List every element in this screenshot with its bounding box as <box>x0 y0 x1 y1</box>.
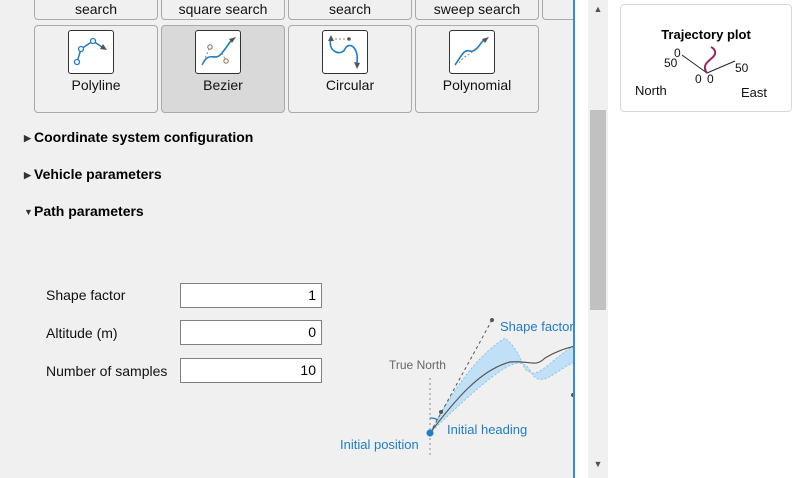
square-search-button[interactable]: square search <box>161 0 285 20</box>
origin-tick-0a: 0 <box>695 72 702 86</box>
polynomial-icon <box>449 30 495 74</box>
path-configuration-panel: search square search search sweep search… <box>0 0 575 478</box>
shape-factor-annotation: Shape factor <box>500 319 574 334</box>
samples-input[interactable]: 10 <box>180 358 322 383</box>
top-tile-label: search <box>328 1 372 17</box>
trajectory-path <box>703 46 717 74</box>
bezier-label: Bezier <box>203 77 243 93</box>
section-title: Path parameters <box>34 203 144 219</box>
coordinate-system-section-header[interactable]: ▶ Coordinate system configuration <box>24 129 253 145</box>
initial-position-annotation: Initial position <box>340 437 419 452</box>
section-title: Coordinate system configuration <box>34 129 254 145</box>
chevron-right-icon: ▶ <box>24 170 31 180</box>
altitude-input[interactable]: 0 <box>180 320 322 345</box>
chevron-down-icon: ▼ <box>24 207 33 217</box>
circular-label: Circular <box>325 77 375 93</box>
shape-factor-label: Shape factor <box>46 287 126 303</box>
polyline-label: Polyline <box>71 77 121 93</box>
samples-label: Number of samples <box>46 363 168 379</box>
vehicle-parameters-section-header[interactable]: ▶ Vehicle parameters <box>24 166 162 182</box>
section-title: Vehicle parameters <box>34 166 162 182</box>
north-axis-label: North <box>635 83 667 98</box>
bezier-parameter-diagram: Shape factor True North Initial heading … <box>340 318 575 455</box>
chevron-right-icon: ▶ <box>24 133 31 143</box>
next-tile-partial[interactable] <box>542 0 575 20</box>
search-button-partial-2[interactable]: search <box>288 0 412 20</box>
origin-tick-0b: 0 <box>707 72 714 86</box>
polyline-button[interactable]: Polyline <box>34 25 158 113</box>
shape-factor-region <box>429 337 575 434</box>
polynomial-button[interactable]: Polynomial <box>415 25 539 113</box>
east-axis-label: East <box>741 85 768 100</box>
sweep-search-button[interactable]: sweep search <box>415 0 539 20</box>
top-tile-label: sweep search <box>433 1 521 17</box>
circular-button[interactable]: Circular <box>288 25 412 113</box>
initial-position-marker <box>426 429 434 437</box>
vertical-scrollbar[interactable]: ▲ ▼ <box>588 0 608 478</box>
panel-divider[interactable] <box>573 0 575 478</box>
initial-heading-annotation: Initial heading <box>447 422 527 437</box>
shape-factor-input[interactable]: 1 <box>180 283 322 308</box>
bezier-icon <box>195 30 241 74</box>
heading-angle-arc <box>429 417 439 421</box>
north-tick-50: 50 <box>664 56 678 70</box>
bezier-button[interactable]: Bezier <box>161 25 285 113</box>
trajectory-plot-card: Trajectory plot 0 50 50 0 0 North East <box>620 4 792 112</box>
path-parameters-section-header[interactable]: ▼Path parameters <box>24 203 144 219</box>
search-button-partial[interactable]: search <box>34 0 158 20</box>
scrollbar-thumb[interactable] <box>590 110 606 310</box>
scroll-up-arrow-icon[interactable]: ▲ <box>592 4 604 14</box>
polyline-icon <box>68 30 114 74</box>
top-tile-label: search <box>74 1 118 17</box>
scroll-down-arrow-icon[interactable]: ▼ <box>592 459 604 469</box>
polynomial-label: Polynomial <box>442 77 512 93</box>
top-tile-label: square search <box>178 1 268 17</box>
true-north-annotation: True North <box>389 358 446 372</box>
east-tick-50: 50 <box>735 61 749 75</box>
circular-icon <box>322 30 368 74</box>
altitude-label: Altitude (m) <box>46 325 118 341</box>
